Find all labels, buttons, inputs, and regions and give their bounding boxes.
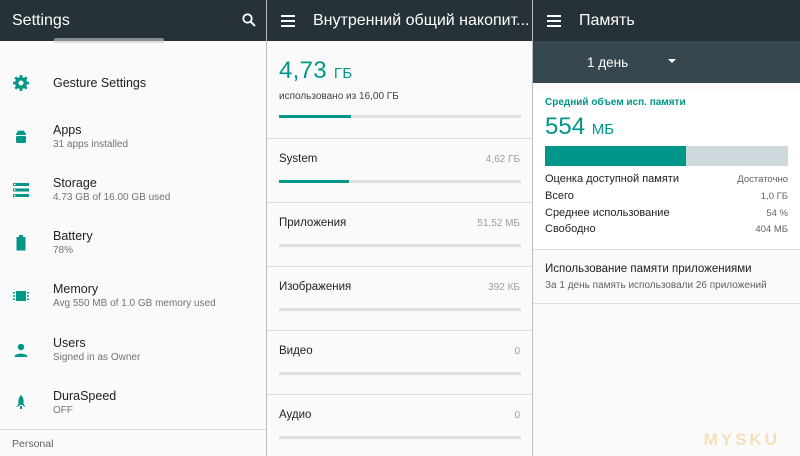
category-name: Видео (279, 345, 313, 357)
memory-chip-icon (12, 287, 30, 305)
category-name: System (279, 153, 318, 165)
stat-label: Всего (545, 190, 574, 202)
stat-label: Свободно (545, 223, 596, 235)
settings-item-storage[interactable]: Storage 4.73 GB of 16.00 GB used (0, 164, 266, 216)
settings-item-label: Users (53, 336, 86, 350)
settings-title: Settings (12, 11, 70, 29)
duraspeed-rocket-icon (12, 394, 30, 412)
settings-item-label: DuraSpeed (53, 389, 117, 403)
settings-item-sub: Signed in as Owner (53, 352, 141, 363)
settings-item-sub: OFF (53, 405, 73, 416)
storage-used-unit: ГБ (333, 65, 353, 82)
settings-item-sub: Avg 550 MB of 1.0 GB memory used (53, 298, 216, 309)
memory-stat-row: Свободно 404 МБ (545, 223, 788, 239)
avg-memory-number: 554 (545, 113, 586, 140)
category-bar (279, 308, 521, 311)
storage-used-value: 4,73 ГБ (279, 57, 352, 85)
avg-memory-value: 554 МБ (545, 113, 614, 141)
category-name: Аудио (279, 409, 312, 421)
user-icon (12, 341, 30, 359)
memory-usage-bar (545, 146, 788, 166)
category-bar (279, 244, 521, 247)
settings-item-label: Storage (53, 176, 97, 190)
category-name: Приложения (279, 217, 347, 229)
settings-item-memory[interactable]: Memory Avg 550 MB of 1.0 GB memory used (0, 270, 266, 322)
menu-icon[interactable] (547, 15, 561, 27)
settings-item-label: Memory (53, 282, 99, 296)
memory-stat-row: Оценка доступной памяти Достаточно (545, 173, 788, 189)
category-value: 0 (514, 410, 520, 421)
menu-icon[interactable] (281, 15, 295, 27)
category-value: 51,52 МБ (477, 218, 520, 229)
stat-value: 1,0 ГБ (760, 191, 788, 202)
storage-total-bar (279, 115, 521, 118)
gesture-settings-icon (12, 74, 30, 92)
period-dropdown[interactable] (533, 41, 800, 83)
memory-usage-bar-fill (545, 146, 686, 166)
settings-item-sub: 31 apps installed (53, 139, 129, 150)
settings-item-label: Battery (53, 229, 93, 243)
storage-panel: Внутренний общий накопит... 4,73 ГБ испо… (267, 0, 532, 456)
memory-stat-row: Всего 1,0 ГБ (545, 190, 788, 206)
stat-value: 404 МБ (755, 224, 788, 235)
stat-label: Оценка доступной памяти (545, 173, 679, 185)
divider (267, 394, 532, 395)
memory-title: Память (579, 11, 635, 29)
settings-app-bar: Settings (0, 0, 266, 41)
storage-used-number: 4,73 (279, 57, 327, 84)
category-bar (279, 180, 521, 183)
divider (533, 249, 800, 250)
settings-item-apps[interactable]: Apps 31 apps installed (0, 111, 266, 163)
storage-icon (12, 181, 30, 199)
settings-item-sub: 4.73 GB of 16.00 GB used (53, 192, 171, 203)
apps-memory-usage-title: Использование памяти приложениями (545, 263, 752, 275)
category-bar-fill (279, 180, 350, 183)
period-dropdown-value[interactable]: 1 день (587, 55, 628, 70)
avg-memory-label: Средний объем исп. памяти (545, 97, 686, 108)
battery-icon (12, 234, 30, 252)
apps-android-icon (12, 128, 30, 146)
divider (267, 202, 532, 203)
settings-item-gesture[interactable]: Gesture Settings (0, 57, 266, 109)
category-value: 392 КБ (488, 282, 520, 293)
clipped-subtitle (54, 38, 164, 43)
storage-title: Внутренний общий накопит... (313, 11, 530, 29)
settings-item-users[interactable]: Users Signed in as Owner (0, 324, 266, 376)
storage-total-bar-fill (279, 115, 351, 118)
memory-panel: Память 1 день Средний объем исп. памяти … (533, 0, 800, 456)
divider (267, 138, 532, 139)
category-value: 4,62 ГБ (485, 154, 520, 165)
watermark: MYSKU (703, 430, 780, 449)
storage-app-bar: Внутренний общий накопит... (267, 0, 532, 41)
divider (533, 303, 800, 304)
stat-label: Среднее использование (545, 207, 670, 219)
divider (267, 266, 532, 267)
settings-item-label: Apps (53, 123, 82, 137)
settings-item-sub: 78% (53, 245, 74, 256)
category-bar (279, 436, 521, 439)
storage-used-of: использовано из 16,00 ГБ (279, 91, 399, 102)
stat-value: Достаточно (737, 174, 788, 185)
section-header-personal: Personal (12, 438, 54, 450)
dropdown-caret-icon[interactable] (668, 59, 676, 63)
apps-memory-usage-sub: За 1 день память использовали 26 приложе… (545, 280, 767, 291)
settings-panel: Settings Gesture Settings Apps 31 apps i… (0, 0, 266, 456)
category-name: Изображения (279, 281, 352, 293)
settings-item-battery[interactable]: Battery 78% (0, 217, 266, 269)
settings-item-duraspeed[interactable]: DuraSpeed OFF (0, 377, 266, 429)
settings-item-label: Gesture Settings (53, 76, 147, 90)
stat-value: 54 % (766, 208, 788, 219)
search-icon[interactable] (242, 13, 256, 27)
divider (267, 330, 532, 331)
category-bar (279, 372, 521, 375)
memory-app-bar: Память (533, 0, 800, 41)
category-value: 0 (514, 346, 520, 357)
memory-stat-row: Среднее использование 54 % (545, 207, 788, 223)
section-divider (0, 429, 266, 430)
avg-memory-unit: МБ (591, 121, 615, 138)
